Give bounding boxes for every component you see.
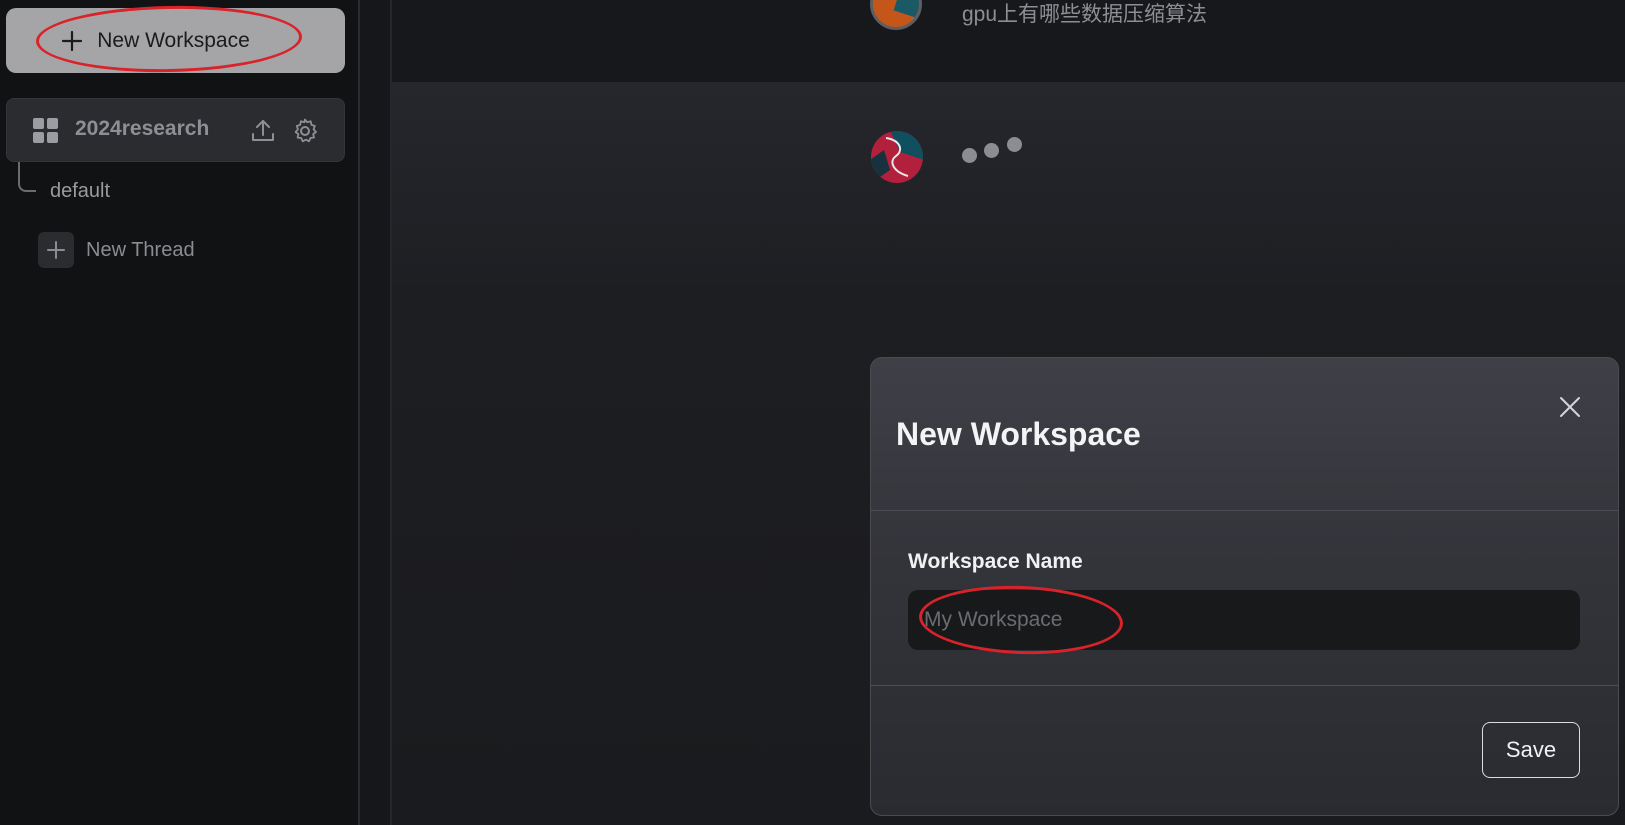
- save-button[interactable]: Save: [1482, 722, 1580, 778]
- upload-icon[interactable]: [249, 117, 277, 145]
- sidebar-gutter: [360, 0, 390, 825]
- tree-connector: [18, 162, 36, 192]
- new-thread-button[interactable]: New Thread: [38, 232, 195, 268]
- workspace-name-label: Workspace Name: [908, 550, 1083, 573]
- plus-icon: [62, 30, 83, 51]
- close-icon[interactable]: [1557, 394, 1583, 420]
- divider: [871, 685, 1618, 686]
- typing-indicator: [962, 136, 1032, 166]
- plus-icon: [38, 232, 74, 268]
- workspace-name: 2024research: [75, 117, 210, 140]
- user-message-text: gpu上有哪些数据压缩算法: [962, 3, 1208, 26]
- user-avatar: [870, 0, 922, 30]
- gear-icon[interactable]: [291, 117, 319, 145]
- new-workspace-button[interactable]: New Workspace: [6, 8, 345, 73]
- sidebar: New Workspace 2024research default New T…: [0, 0, 360, 825]
- new-thread-label: New Thread: [86, 238, 195, 261]
- new-workspace-dialog: New Workspace Workspace Name Save: [870, 357, 1619, 816]
- assistant-avatar: [871, 131, 923, 183]
- thread-item-default[interactable]: default: [50, 180, 110, 203]
- grid-icon: [33, 118, 59, 144]
- new-workspace-label: New Workspace: [97, 28, 250, 52]
- dialog-title: New Workspace: [896, 416, 1141, 452]
- workspace-name-input[interactable]: [908, 590, 1580, 650]
- workspace-item[interactable]: 2024research: [6, 98, 345, 162]
- user-message-row: gpu上有哪些数据压缩算法: [392, 0, 1625, 82]
- divider: [871, 510, 1618, 511]
